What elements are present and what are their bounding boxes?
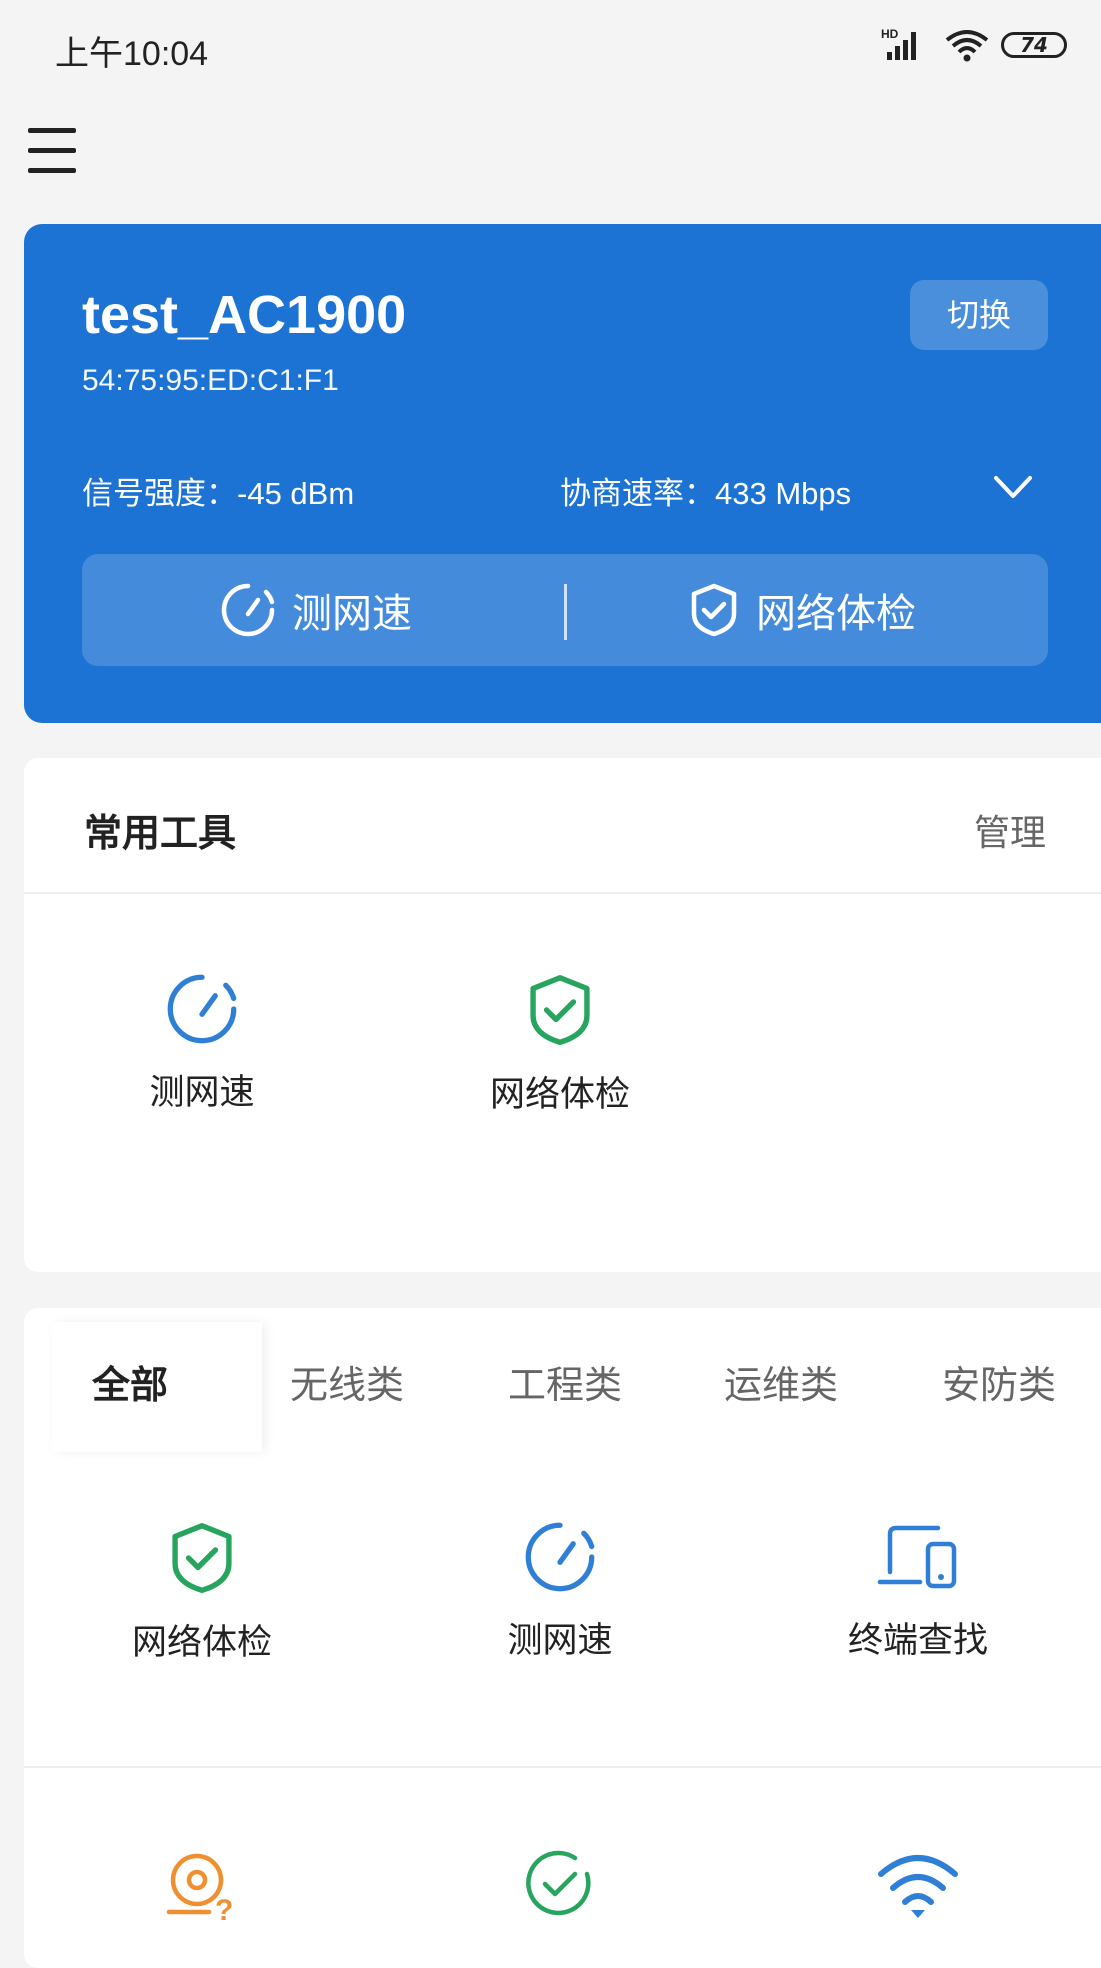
tool-check[interactable] — [450, 1848, 670, 1922]
status-icons: HD 74 — [881, 26, 1101, 66]
tool-label: 测网速 — [149, 1073, 255, 1113]
network-check-label: 网络体检 — [756, 591, 916, 637]
speed-test-label: 测网速 — [292, 591, 412, 637]
shield-check-icon — [172, 1523, 232, 1593]
speedometer-icon — [167, 974, 237, 1044]
tool-label: 网络体检 — [131, 1623, 272, 1663]
wifi-status-icon — [945, 30, 989, 62]
action-divider — [564, 584, 567, 640]
signal-strength: 信号强度：-45 dBm — [82, 476, 355, 511]
manage-button[interactable]: 管理 — [974, 804, 1046, 856]
tool-device-search[interactable]: 终端查找 — [808, 1520, 1028, 1663]
divider — [24, 1766, 1101, 1768]
category-tabs: 全部 无线类 工程类 运维类 安防类 — [24, 1308, 1101, 1458]
tab-operations[interactable]: 运维类 — [724, 1354, 838, 1409]
battery-icon: 74 — [1001, 32, 1067, 58]
tab-security[interactable]: 安防类 — [942, 1354, 1056, 1409]
tool-label: 测网速 — [507, 1621, 613, 1661]
status-bar: 上午10:04 HD 74 — [0, 0, 1101, 90]
svg-text:?: ? — [215, 1894, 233, 1922]
chevron-down-icon[interactable] — [990, 468, 1036, 508]
disk-question-icon: ? — [166, 1853, 233, 1922]
tool-network-check[interactable]: 网络体检 — [450, 972, 670, 1117]
negotiated-rate: 协商速率：433 Mbps — [560, 476, 852, 511]
tool-network-check[interactable]: 网络体检 — [92, 1520, 312, 1665]
tool-label: 终端查找 — [847, 1621, 988, 1661]
tab-engineering[interactable]: 工程类 — [508, 1354, 622, 1409]
check-circle-icon — [526, 1850, 591, 1916]
quick-actions-bar: 测网速 网络体检 — [82, 554, 1048, 666]
tool-wifi[interactable] — [808, 1848, 1028, 1922]
all-tools-card: 全部 无线类 工程类 运维类 安防类 网络体检 测网速 终端查找 ? — [24, 1308, 1101, 1968]
device-search-icon — [877, 1525, 957, 1589]
speed-test-button[interactable]: 测网速 — [220, 554, 412, 666]
tool-speed-test[interactable]: 测网速 — [92, 972, 312, 1115]
common-tools-card: 常用工具 管理 测网速 网络体检 — [24, 758, 1101, 1272]
speedometer-icon — [221, 583, 275, 637]
speedometer-icon — [525, 1522, 595, 1592]
tool-label: 网络体检 — [489, 1075, 630, 1115]
divider — [24, 892, 1101, 894]
tab-wireless[interactable]: 无线类 — [290, 1354, 404, 1409]
tool-disk-question[interactable]: ? — [92, 1848, 312, 1922]
shield-check-icon — [530, 974, 590, 1045]
network-mac: 54:75:95:ED:C1:F1 — [82, 364, 339, 397]
tab-all[interactable]: 全部 — [92, 1354, 168, 1409]
cellular-signal-icon: HD — [881, 28, 916, 60]
menu-icon[interactable] — [28, 128, 78, 174]
network-type-label: HD — [881, 28, 899, 41]
wifi-icon — [878, 1855, 958, 1918]
shield-check-icon — [691, 583, 737, 637]
network-card: test_AC1900 54:75:95:ED:C1:F1 切换 信号强度：-4… — [24, 224, 1101, 723]
network-check-button[interactable]: 网络体检 — [688, 554, 916, 666]
status-time: 上午10:04 — [55, 35, 209, 73]
section-title: 常用工具 — [84, 811, 237, 855]
network-ssid: test_AC1900 — [82, 285, 407, 345]
tool-speed-test[interactable]: 测网速 — [450, 1520, 670, 1663]
switch-network-button[interactable]: 切换 — [910, 280, 1048, 350]
